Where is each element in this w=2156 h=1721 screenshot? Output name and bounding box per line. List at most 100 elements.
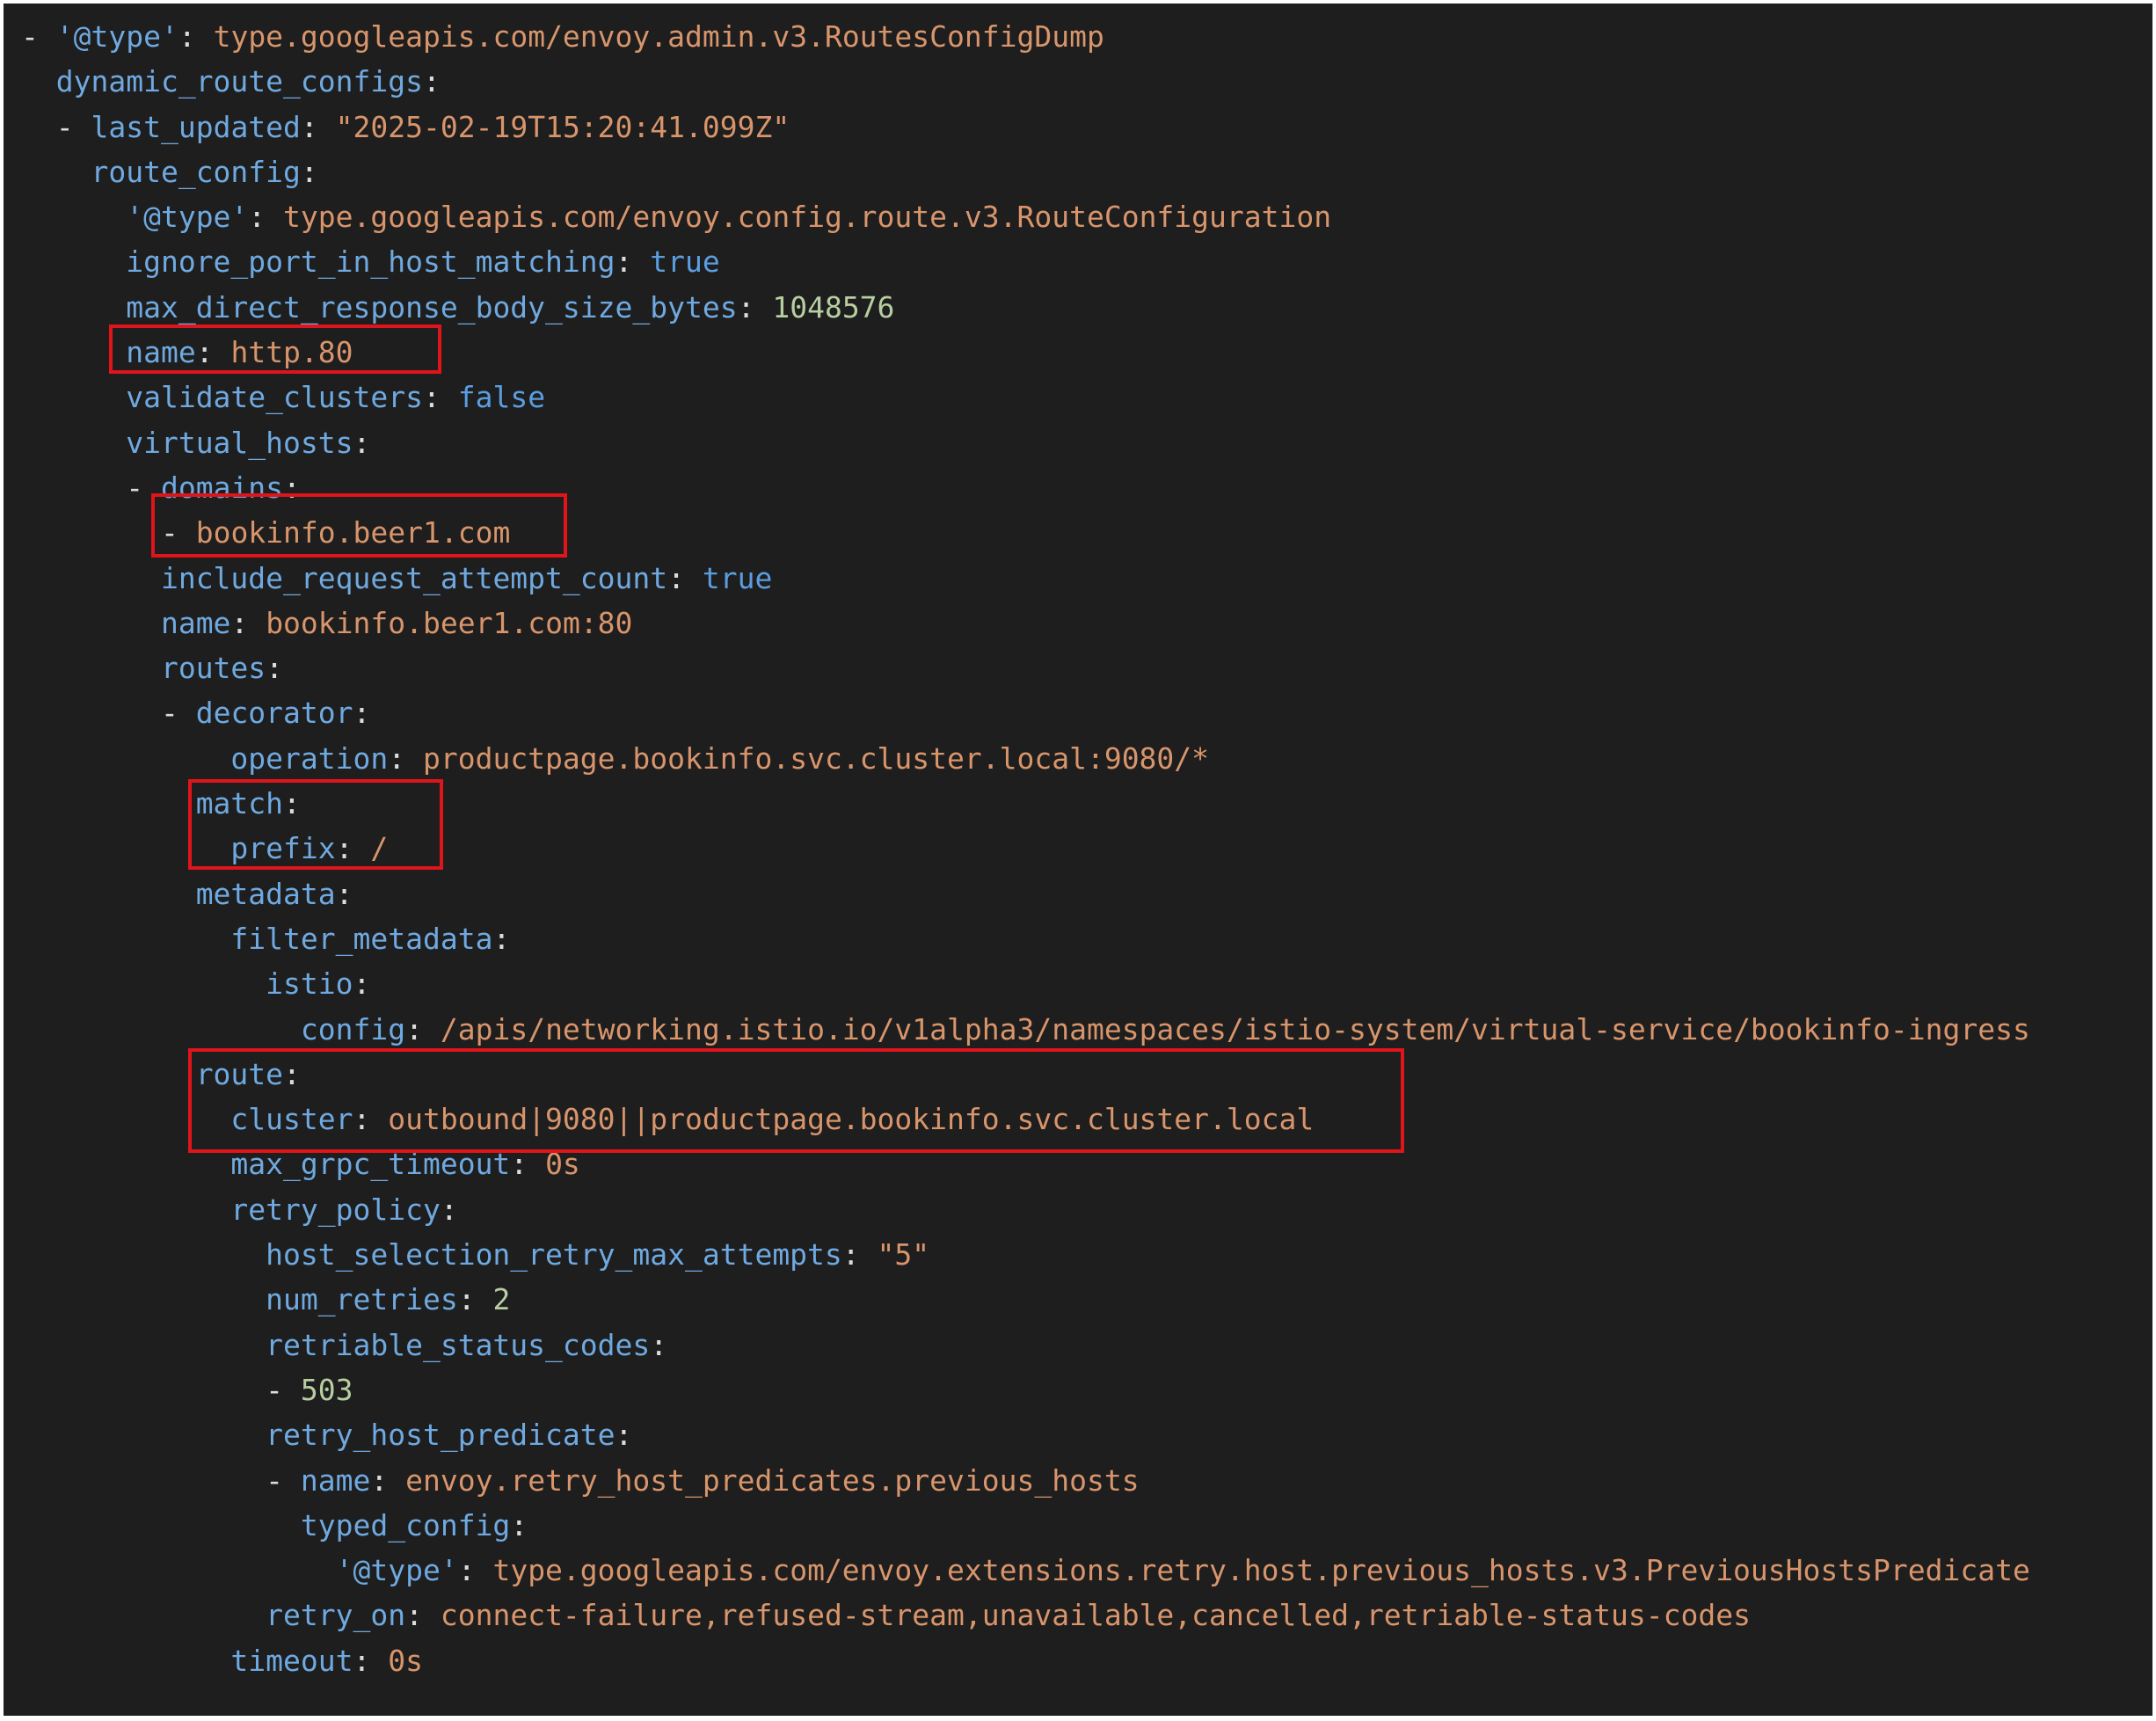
yaml-key: host_selection_retry_max_attempts bbox=[266, 1237, 842, 1273]
yaml-indent bbox=[21, 786, 196, 820]
yaml-key: max_grpc_timeout bbox=[230, 1147, 511, 1182]
yaml-line: - name: envoy.retry_host_predicates.prev… bbox=[21, 1458, 2030, 1503]
yaml-indent bbox=[21, 200, 126, 234]
yaml-indent bbox=[21, 155, 91, 189]
yaml-list-dash: - bbox=[126, 470, 161, 505]
yaml-indent bbox=[21, 922, 230, 956]
yaml-key: '@type' bbox=[55, 19, 178, 54]
yaml-indent bbox=[21, 1057, 196, 1091]
yaml-line: ignore_port_in_host_matching: true bbox=[21, 239, 2030, 284]
yaml-key: prefix bbox=[230, 831, 336, 866]
yaml-indent bbox=[21, 741, 230, 776]
yaml-value: http.80 bbox=[230, 335, 353, 370]
yaml-line: prefix: / bbox=[21, 826, 2030, 871]
yaml-key: include_request_attempt_count bbox=[160, 560, 668, 595]
yaml-value: type.googleapis.com/envoy.admin.v3.Route… bbox=[213, 19, 1104, 54]
yaml-line: cluster: outbound|9080||productpage.book… bbox=[21, 1097, 2030, 1141]
yaml-indent bbox=[21, 110, 56, 144]
yaml-value: productpage.bookinfo.svc.cluster.local:9… bbox=[422, 740, 1210, 776]
yaml-line: include_request_attempt_count: true bbox=[21, 556, 2030, 601]
yaml-line: dynamic_route_configs: bbox=[21, 59, 2030, 104]
yaml-line: routes: bbox=[21, 645, 2030, 690]
yaml-key: retry_host_predicate bbox=[266, 1418, 615, 1453]
yaml-key: cluster bbox=[230, 1102, 353, 1137]
yaml-key: retry_policy bbox=[230, 1192, 441, 1227]
yaml-line: - bookinfo.beer1.com bbox=[21, 510, 2030, 555]
yaml-line: validate_clusters: false bbox=[21, 375, 2030, 419]
yaml-indent bbox=[21, 335, 126, 369]
yaml-key: retry_on bbox=[266, 1598, 406, 1633]
yaml-line: retry_policy: bbox=[21, 1187, 2030, 1232]
yaml-line: route: bbox=[21, 1052, 2030, 1097]
yaml-key: dynamic_route_configs bbox=[55, 64, 423, 99]
yaml-indent bbox=[21, 1644, 230, 1678]
yaml-key: max_direct_response_body_size_bytes bbox=[126, 289, 738, 325]
yaml-key: route_config bbox=[91, 154, 301, 189]
yaml-indent bbox=[21, 606, 161, 640]
yaml-list-dash: - bbox=[266, 1372, 301, 1407]
yaml-indent bbox=[21, 1508, 301, 1542]
yaml-indent bbox=[21, 1282, 266, 1316]
yaml-key: routes bbox=[160, 651, 266, 686]
yaml-indent bbox=[21, 696, 161, 730]
yaml-indent bbox=[21, 1373, 266, 1407]
yaml-list-dash: - bbox=[21, 19, 56, 54]
yaml-value: type.googleapis.com/envoy.config.route.v… bbox=[283, 200, 1332, 235]
yaml-indent bbox=[21, 831, 230, 865]
yaml-key: retriable_status_codes bbox=[266, 1327, 651, 1362]
yaml-code-block: - '@type': type.googleapis.com/envoy.adm… bbox=[21, 14, 2030, 1683]
yaml-value: 1048576 bbox=[772, 289, 895, 325]
yaml-editor: - '@type': type.googleapis.com/envoy.adm… bbox=[4, 4, 2152, 1716]
yaml-key: '@type' bbox=[335, 1553, 458, 1588]
yaml-indent bbox=[21, 561, 161, 595]
yaml-indent bbox=[21, 1418, 266, 1452]
yaml-key: metadata bbox=[195, 876, 336, 911]
yaml-key: route bbox=[195, 1056, 284, 1091]
yaml-indent bbox=[21, 290, 126, 325]
yaml-line: - '@type': type.googleapis.com/envoy.adm… bbox=[21, 19, 1104, 54]
yaml-indent bbox=[21, 1553, 336, 1587]
yaml-value: bookinfo.beer1.com bbox=[195, 515, 511, 551]
yaml-value: 503 bbox=[300, 1372, 353, 1407]
yaml-value: true bbox=[702, 560, 773, 595]
yaml-value: false bbox=[457, 380, 546, 415]
yaml-value: true bbox=[650, 244, 720, 280]
yaml-key: validate_clusters bbox=[126, 380, 423, 415]
yaml-indent bbox=[21, 426, 126, 460]
yaml-indent bbox=[21, 1328, 266, 1362]
yaml-key: ignore_port_in_host_matching bbox=[126, 244, 615, 280]
yaml-line: - 503 bbox=[21, 1367, 2030, 1412]
yaml-list-dash: - bbox=[160, 515, 196, 551]
yaml-key: last_updated bbox=[91, 109, 301, 144]
yaml-key: name bbox=[160, 605, 231, 640]
yaml-indent bbox=[21, 470, 126, 505]
yaml-value: "5" bbox=[877, 1237, 930, 1273]
yaml-value: 2 bbox=[492, 1282, 511, 1317]
yaml-line: virtual_hosts: bbox=[21, 420, 2030, 465]
yaml-indent bbox=[21, 1102, 230, 1136]
yaml-key: name bbox=[300, 1462, 371, 1498]
yaml-list-dash: - bbox=[266, 1462, 301, 1498]
yaml-indent bbox=[21, 1237, 266, 1272]
yaml-indent bbox=[21, 877, 196, 911]
yaml-indent bbox=[21, 1192, 230, 1227]
yaml-value: bookinfo.beer1.com:80 bbox=[266, 605, 633, 640]
yaml-key: match bbox=[195, 786, 284, 821]
yaml-key: num_retries bbox=[266, 1282, 458, 1317]
yaml-line: '@type': type.googleapis.com/envoy.confi… bbox=[21, 194, 2030, 239]
yaml-line: filter_metadata: bbox=[21, 916, 2030, 961]
yaml-list-dash: - bbox=[55, 109, 91, 144]
yaml-line: num_retries: 2 bbox=[21, 1277, 2030, 1322]
yaml-indent bbox=[21, 651, 161, 685]
yaml-indent bbox=[21, 1147, 230, 1181]
yaml-value: 0s bbox=[388, 1643, 423, 1678]
yaml-line: route_config: bbox=[21, 149, 2030, 194]
yaml-indent bbox=[21, 380, 126, 414]
yaml-indent bbox=[21, 244, 126, 279]
yaml-key: virtual_hosts bbox=[126, 425, 353, 460]
yaml-line: name: bookinfo.beer1.com:80 bbox=[21, 601, 2030, 645]
yaml-key: timeout bbox=[230, 1643, 353, 1678]
yaml-line: istio: bbox=[21, 961, 2030, 1006]
yaml-value: / bbox=[370, 831, 389, 866]
yaml-line: retry_host_predicate: bbox=[21, 1412, 2030, 1457]
